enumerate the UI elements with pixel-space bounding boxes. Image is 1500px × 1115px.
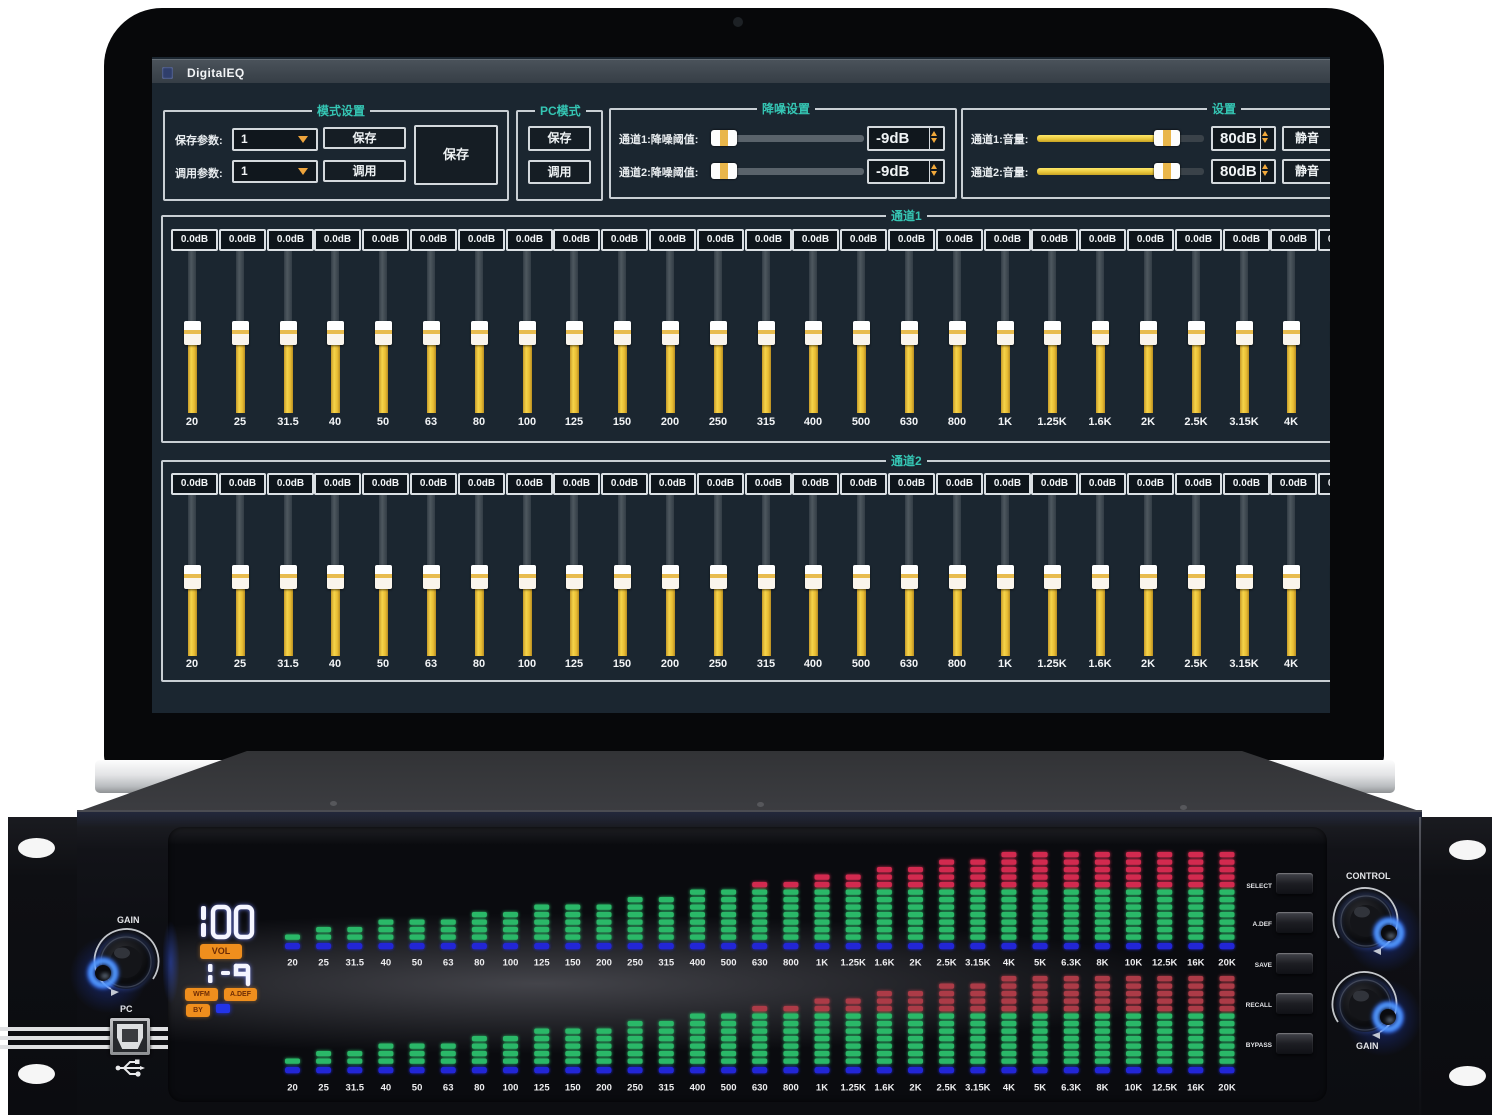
svg-text:10K: 10K [1125,958,1143,969]
svg-text:40: 40 [381,958,392,969]
svg-text:3.15K: 3.15K [965,1083,990,1094]
svg-text:20: 20 [287,1083,298,1094]
svg-text:800: 800 [783,958,799,969]
svg-text:1.6K: 1.6K [874,958,894,969]
svg-text:250: 250 [627,958,643,969]
svg-text:16K: 16K [1187,958,1205,969]
svg-text:200: 200 [596,958,612,969]
svg-text:16K: 16K [1187,1083,1205,1094]
svg-text:80: 80 [474,958,485,969]
svg-text:125: 125 [534,958,551,969]
svg-text:315: 315 [658,958,675,969]
svg-text:20: 20 [287,958,298,969]
svg-text:5K: 5K [1034,958,1046,969]
svg-text:6.3K: 6.3K [1061,1083,1081,1094]
svg-text:8K: 8K [1096,1083,1108,1094]
svg-text:40: 40 [381,1083,392,1094]
svg-text:1K: 1K [816,958,828,969]
svg-text:63: 63 [443,1083,454,1094]
svg-text:800: 800 [783,1083,799,1094]
svg-text:2.5K: 2.5K [937,958,957,969]
svg-text:5K: 5K [1034,1083,1046,1094]
svg-text:315: 315 [658,1083,675,1094]
svg-text:80: 80 [474,1083,485,1094]
svg-text:100: 100 [503,958,519,969]
svg-text:50: 50 [412,1083,423,1094]
svg-text:31.5: 31.5 [346,958,365,969]
svg-text:500: 500 [721,1083,737,1094]
svg-text:400: 400 [690,958,706,969]
svg-text:20K: 20K [1218,958,1236,969]
svg-text:630: 630 [752,958,768,969]
svg-text:1K: 1K [816,1083,828,1094]
svg-text:125: 125 [534,1083,551,1094]
svg-text:1.6K: 1.6K [874,1083,894,1094]
svg-text:25: 25 [318,1083,329,1094]
svg-text:500: 500 [721,958,737,969]
svg-text:20K: 20K [1218,1083,1236,1094]
svg-text:630: 630 [752,1083,768,1094]
svg-text:150: 150 [565,958,581,969]
svg-text:6.3K: 6.3K [1061,958,1081,969]
svg-text:50: 50 [412,958,423,969]
svg-text:8K: 8K [1096,958,1108,969]
svg-text:3.15K: 3.15K [965,958,990,969]
svg-text:12.5K: 12.5K [1152,1083,1177,1094]
svg-text:2K: 2K [909,1083,921,1094]
svg-text:4K: 4K [1003,1083,1015,1094]
svg-text:2.5K: 2.5K [937,1083,957,1094]
svg-text:31.5: 31.5 [346,1083,365,1094]
svg-text:400: 400 [690,1083,706,1094]
svg-text:25: 25 [318,958,329,969]
svg-text:1.25K: 1.25K [841,1083,866,1094]
svg-text:12.5K: 12.5K [1152,958,1177,969]
svg-text:4K: 4K [1003,958,1015,969]
svg-text:10K: 10K [1125,1083,1143,1094]
svg-text:150: 150 [565,1083,581,1094]
svg-text:100: 100 [503,1083,519,1094]
svg-text:63: 63 [443,958,454,969]
svg-text:200: 200 [596,1083,612,1094]
svg-text:2K: 2K [909,958,921,969]
svg-text:250: 250 [627,1083,643,1094]
svg-text:1.25K: 1.25K [841,958,866,969]
